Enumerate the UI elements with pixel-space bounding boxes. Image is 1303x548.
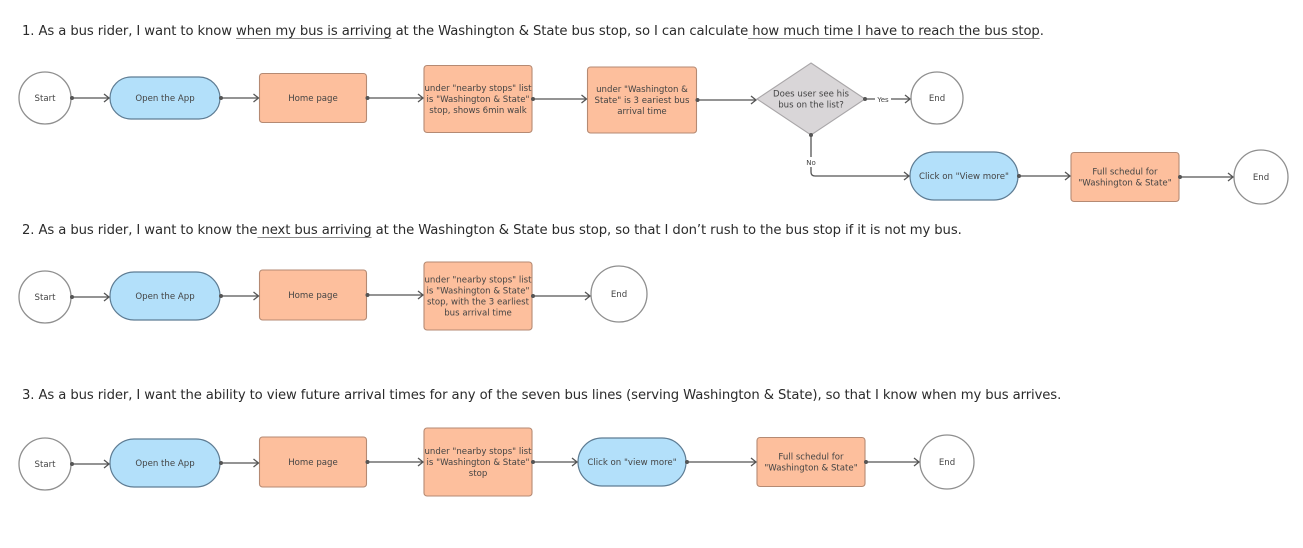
connector-dot — [531, 97, 535, 101]
node-label: Does user see his — [773, 90, 849, 100]
node-label: Home page — [288, 291, 338, 301]
flow3-node-start: Start — [18, 437, 72, 491]
flow2-node-nearby: under "nearby stops" listis "Washington … — [423, 261, 533, 331]
connector-dot — [70, 96, 74, 100]
node-label: Start — [35, 460, 57, 470]
flow1-node-end-yes: End — [910, 71, 964, 125]
flow2-node-open-app: Open the App — [109, 271, 221, 321]
flow1-edge-start-to-open-app — [70, 93, 111, 103]
connector-dot — [531, 294, 535, 298]
edge-label-no: No — [806, 159, 816, 167]
flow3-edge-nearby-to-view-more — [531, 457, 579, 467]
node-label: Click on "view more" — [587, 458, 676, 468]
flow2-node-end: End — [590, 265, 648, 323]
connector-dot — [219, 461, 223, 465]
node-label: End — [1253, 173, 1269, 183]
flow2-node-home: Home page — [258, 269, 368, 321]
flow1-edge-yes: Yes — [863, 93, 912, 104]
flow3-node-end: End — [919, 434, 975, 490]
node-label: Open the App — [135, 459, 194, 469]
node-label: bus on the list? — [778, 101, 844, 111]
node-label: under "nearby stops" list — [424, 84, 532, 94]
flow3-edge-full-schedule-to-end — [864, 457, 921, 467]
node-label: End — [929, 94, 945, 104]
connector-dot — [365, 293, 370, 297]
connector-dot — [70, 462, 74, 466]
flow3-edge-start-to-open-app — [70, 459, 111, 469]
node-label: under "Washington & — [596, 85, 688, 95]
flow2-edge-open-app-to-home — [219, 291, 260, 301]
node-label: Home page — [288, 458, 338, 468]
flow3-node-open-app: Open the App — [109, 438, 221, 488]
flow2-node-start: Start — [18, 270, 72, 324]
node-label: is "Washington & State" — [427, 287, 530, 297]
node-label: stop — [469, 469, 488, 479]
node-label: Start — [35, 94, 57, 104]
flow1-edge-no: No — [804, 133, 911, 181]
connector-dot — [695, 98, 700, 102]
connector-dot — [365, 96, 370, 100]
node-label: Open the App — [135, 94, 194, 104]
node-label: bus arrival time — [444, 309, 512, 319]
node-label: stop, shows 6min walk — [429, 106, 527, 116]
flow1-node-end-no: End — [1233, 149, 1289, 205]
flow1-node-decision: Does user see hisbus on the list? — [756, 62, 866, 136]
node-label: Click on "View more" — [919, 172, 1009, 182]
node-label: under "nearby stops" list — [424, 276, 532, 286]
flow1-edge-home-to-nearby — [365, 93, 425, 103]
connector-dot — [809, 133, 813, 137]
connector-dot — [365, 460, 370, 464]
connector-dot — [1178, 175, 1182, 179]
node-label: Home page — [288, 94, 338, 104]
connector-dot — [219, 96, 223, 100]
flow3-node-view-more: Click on "view more" — [577, 437, 687, 487]
flow3-node-full-schedule: Full schedul for"Washington & State" — [756, 436, 866, 488]
connector-dot — [863, 97, 867, 101]
flow1-node-start: Start — [18, 71, 72, 125]
flow3-node-home: Home page — [258, 436, 368, 488]
node-label: End — [611, 290, 627, 300]
flow2-edge-start-to-open-app — [70, 292, 111, 302]
node-label: is "Washington & State" — [427, 95, 530, 105]
flow3-edge-home-to-nearby — [365, 457, 425, 467]
flow1-edge-earliest-to-decision — [695, 95, 758, 105]
node-label: Open the App — [135, 292, 194, 302]
flow1-node-earliest: under "Washington &State" is 3 eariest b… — [586, 66, 698, 134]
edge-label-yes: Yes — [876, 96, 889, 104]
node-label: Start — [35, 293, 57, 303]
flow3-edge-view-more-to-full-schedule — [685, 457, 758, 467]
connector-dot — [1017, 174, 1021, 178]
flow1-node-open-app: Open the App — [109, 76, 221, 120]
flow1-node-nearby: under "nearby stops" listis "Washington … — [423, 64, 533, 134]
connector-dot — [685, 460, 689, 464]
connector-dot — [864, 460, 868, 464]
flow1-node-home: Home page — [258, 72, 368, 124]
node-label: Full schedul for — [1092, 168, 1158, 178]
node-label: "Washington & State" — [1078, 179, 1171, 189]
node-label: End — [939, 458, 955, 468]
flow1-node-view-more: Click on "View more" — [909, 151, 1019, 201]
flow2-edge-nearby-to-end — [531, 291, 592, 301]
flow3-edge-open-app-to-home — [219, 458, 260, 468]
node-label: Full schedul for — [778, 453, 844, 463]
connector-dot — [70, 295, 74, 299]
flow3-node-nearby: under "nearby stops" listis "Washington … — [423, 427, 533, 497]
flow2-edge-home-to-nearby — [365, 290, 425, 300]
flow1-edge-full-schedule-to-end — [1178, 172, 1235, 182]
flow1-edge-nearby-to-earliest — [531, 94, 588, 104]
connector-dot — [531, 460, 535, 464]
flow1-edge-open-app-to-home — [219, 93, 260, 103]
node-label: stop, with the 3 earliest — [427, 298, 530, 308]
node-label: State" is 3 eariest bus — [595, 96, 690, 106]
node-label: "Washington & State" — [764, 464, 857, 474]
connector-dot — [219, 294, 223, 298]
flow1-node-full-schedule: Full schedul for"Washington & State" — [1070, 151, 1180, 203]
connector-line — [810, 135, 909, 177]
node-label: under "nearby stops" list — [424, 447, 532, 457]
node-label: arrival time — [617, 107, 666, 117]
flow1-edge-view-more-to-full-schedule — [1017, 171, 1072, 181]
node-label: is "Washington & State" — [427, 458, 530, 468]
flowchart-canvas: Start Open the App Home page under "nearby … — [18, 62, 1289, 497]
